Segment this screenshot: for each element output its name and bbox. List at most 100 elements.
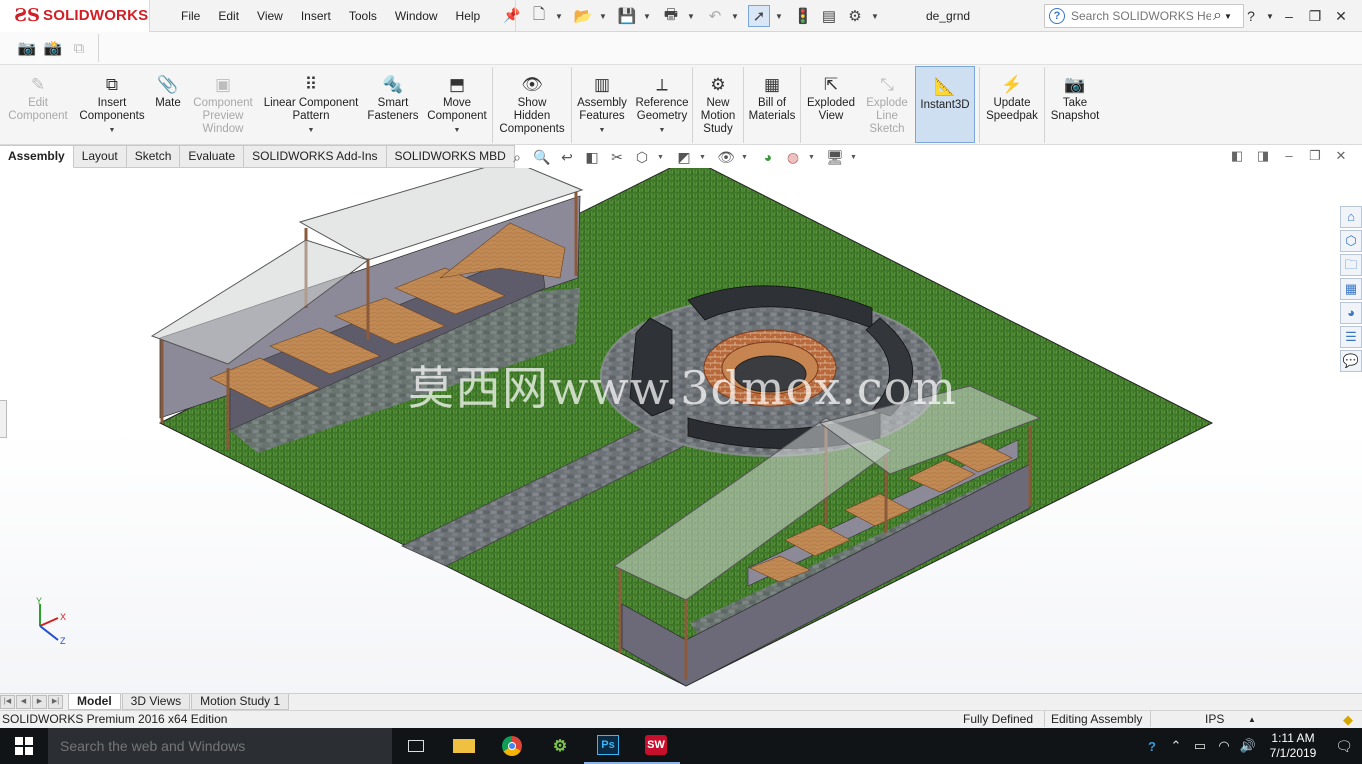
explode-line-sketch-button[interactable]: ⤡ Explode Line Sketch — [861, 65, 913, 145]
camera-icon[interactable]: 📷 — [16, 37, 38, 59]
tab-model[interactable]: Model — [68, 694, 121, 710]
assembly-features-button[interactable]: ▥ Assembly Features ▼ — [572, 65, 632, 145]
undo-icon[interactable]: ↶ — [704, 5, 726, 27]
dropdown-arrow-icon[interactable]: ▼ — [308, 124, 315, 137]
display-style-dropdown-icon[interactable]: ▼ — [699, 154, 708, 161]
help-tray-icon[interactable]: ? — [1140, 739, 1164, 754]
file-explorer-taskbar-button[interactable] — [440, 728, 488, 764]
new-document-icon[interactable]: 🗋 — [528, 5, 550, 27]
display-style-icon[interactable]: ◩ — [674, 149, 694, 166]
tab-solidworks-mbd[interactable]: SOLIDWORKS MBD — [386, 145, 515, 168]
units-selector[interactable]: IPS — [1205, 711, 1224, 728]
camera-settings-icon[interactable]: 📸 — [42, 37, 64, 59]
tab-3d-views[interactable]: 3D Views — [121, 694, 191, 710]
minimize-icon[interactable]: – — [1276, 8, 1302, 24]
show-hidden-icons-chevron-icon[interactable]: ⌃ — [1164, 738, 1188, 754]
solidworks-logo[interactable]: ƧS SOLIDWORKS — [0, 0, 150, 32]
clock[interactable]: 1:11 AM 7/1/2019 — [1260, 731, 1326, 761]
cortana-search-input[interactable] — [60, 738, 380, 754]
undo-dropdown-icon[interactable]: ▼ — [730, 5, 740, 27]
open-dropdown-icon[interactable]: ▼ — [598, 5, 608, 27]
photoshop-taskbar-button[interactable]: Ps — [584, 728, 632, 764]
reference-geometry-button[interactable]: ⟂ Reference Geometry ▼ — [632, 65, 692, 145]
units-caret-icon[interactable]: ▲ — [1248, 711, 1256, 728]
exploded-view-button[interactable]: ⇱ Exploded View — [801, 65, 861, 145]
linear-component-pattern-button[interactable]: ⠿ Linear Component Pattern ▼ — [258, 65, 364, 145]
task-view-button[interactable] — [392, 728, 440, 764]
insert-components-button[interactable]: ⧉ Insert Components ▼ — [76, 65, 148, 145]
search-dropdown-icon[interactable]: ▼ — [1224, 12, 1232, 21]
file-explorer-folder-icon[interactable]: 🗀 — [1340, 254, 1362, 276]
apply-scene-icon[interactable]: ◍ — [783, 149, 803, 166]
menu-help[interactable]: Help — [447, 0, 490, 32]
edit-appearance-icon[interactable]: ◕ — [758, 149, 778, 165]
menu-view[interactable]: View — [248, 0, 292, 32]
view-orientation-dropdown-icon[interactable]: ▼ — [657, 154, 666, 161]
restore-icon[interactable]: ❐ — [1302, 8, 1328, 25]
chrome-taskbar-button[interactable] — [488, 728, 536, 764]
menu-insert[interactable]: Insert — [292, 0, 340, 32]
menu-file[interactable]: File — [172, 0, 209, 32]
feature-manager-collapse-handle[interactable] — [0, 400, 7, 438]
dropdown-arrow-icon[interactable]: ▼ — [454, 124, 461, 137]
volume-icon[interactable]: 🔊 — [1236, 738, 1260, 754]
move-component-button[interactable]: ⬒ Move Component ▼ — [422, 65, 492, 145]
component-preview-window-button[interactable]: ▣ Component Preview Window — [188, 65, 258, 145]
dynamic-annotation-icon[interactable]: ✂ — [607, 149, 627, 166]
dropdown-arrow-icon[interactable]: ▼ — [599, 124, 606, 137]
last-tab-arrow-icon[interactable]: ▶| — [48, 695, 63, 709]
select-dropdown-icon[interactable]: ▼ — [774, 5, 784, 27]
forum-chat-icon[interactable]: 💬 — [1340, 350, 1362, 372]
print-icon[interactable]: 🖶 — [660, 5, 682, 27]
prev-tab-arrow-icon[interactable]: ◀ — [16, 695, 31, 709]
view-palette-icon[interactable]: ▦ — [1340, 278, 1362, 300]
tab-sketch[interactable]: Sketch — [126, 145, 181, 168]
help-search-box[interactable]: ? ⌕ ▼ — [1044, 4, 1244, 28]
new-motion-study-button[interactable]: ⚙ New Motion Study — [693, 65, 743, 145]
open-folder-icon[interactable]: 📂 — [572, 5, 594, 27]
file-properties-icon[interactable]: ▤ — [818, 5, 840, 27]
zoom-to-fit-icon[interactable]: ⌕ — [507, 149, 527, 166]
search-magnifier-icon[interactable]: ⌕ — [1213, 7, 1222, 25]
previous-view-icon[interactable]: ↩ — [557, 149, 577, 166]
tab-layout[interactable]: Layout — [73, 145, 127, 168]
take-snapshot-button[interactable]: 📷 Take Snapshot — [1045, 65, 1105, 145]
bill-of-materials-button[interactable]: ▦ Bill of Materials — [744, 65, 800, 145]
instant3d-button[interactable]: 📐 Instant3D — [915, 66, 975, 143]
zoom-to-area-icon[interactable]: 🔍 — [532, 149, 552, 166]
custom-properties-icon[interactable]: ☰ — [1340, 326, 1362, 348]
tab-solidworks-add-ins[interactable]: SOLIDWORKS Add-Ins — [244, 145, 387, 168]
print-dropdown-icon[interactable]: ▼ — [686, 5, 696, 27]
save-icon[interactable]: 💾 — [616, 5, 638, 27]
action-center-icon[interactable]: 🗨 — [1326, 738, 1362, 755]
options-dropdown-icon[interactable]: ▼ — [870, 5, 880, 27]
rebuild-traffic-light-icon[interactable]: 🚦 — [792, 5, 814, 27]
next-tab-arrow-icon[interactable]: ▶ — [32, 695, 47, 709]
start-button[interactable] — [0, 728, 48, 764]
tile-left-icon[interactable]: ◧ — [1224, 148, 1250, 164]
first-tab-arrow-icon[interactable]: |◀ — [0, 695, 15, 709]
dropdown-arrow-icon[interactable]: ▼ — [659, 124, 666, 137]
viewport-minimize-icon[interactable]: – — [1276, 148, 1302, 164]
show-hidden-components-button[interactable]: 👁 Show Hidden Components — [493, 65, 571, 145]
menu-tools[interactable]: Tools — [340, 0, 386, 32]
cortana-search-box[interactable] — [48, 728, 392, 764]
help-dropdown-icon[interactable]: ▼ — [1264, 12, 1276, 21]
wifi-icon[interactable]: ◠ — [1212, 738, 1236, 754]
appearances-scenes-icon[interactable]: ◕ — [1340, 302, 1362, 324]
view-settings-monitor-icon[interactable]: 🖥 — [825, 149, 845, 166]
rebuild-status-icon[interactable]: ◆ — [1343, 711, 1353, 728]
solidworks-taskbar-button[interactable]: SW — [632, 728, 680, 764]
view-settings-dropdown-icon[interactable]: ▼ — [850, 154, 859, 161]
solidworks-resources-home-icon[interactable]: ⌂ — [1340, 206, 1362, 228]
update-speedpak-button[interactable]: ⚡ Update Speedpak — [980, 65, 1044, 145]
menu-window[interactable]: Window — [386, 0, 447, 32]
view-orientation-icon[interactable]: ⬡ — [632, 149, 652, 166]
tile-right-icon[interactable]: ◨ — [1250, 148, 1276, 164]
select-cursor-icon[interactable]: ➚ — [748, 5, 770, 27]
viewport-restore-icon[interactable]: ❐ — [1302, 148, 1328, 164]
section-view-icon[interactable]: ◧ — [582, 149, 602, 166]
help-search-input[interactable] — [1071, 9, 1211, 23]
hide-show-items-icon[interactable]: 👁 — [716, 149, 736, 166]
viewport-close-icon[interactable]: ✕ — [1328, 148, 1354, 164]
